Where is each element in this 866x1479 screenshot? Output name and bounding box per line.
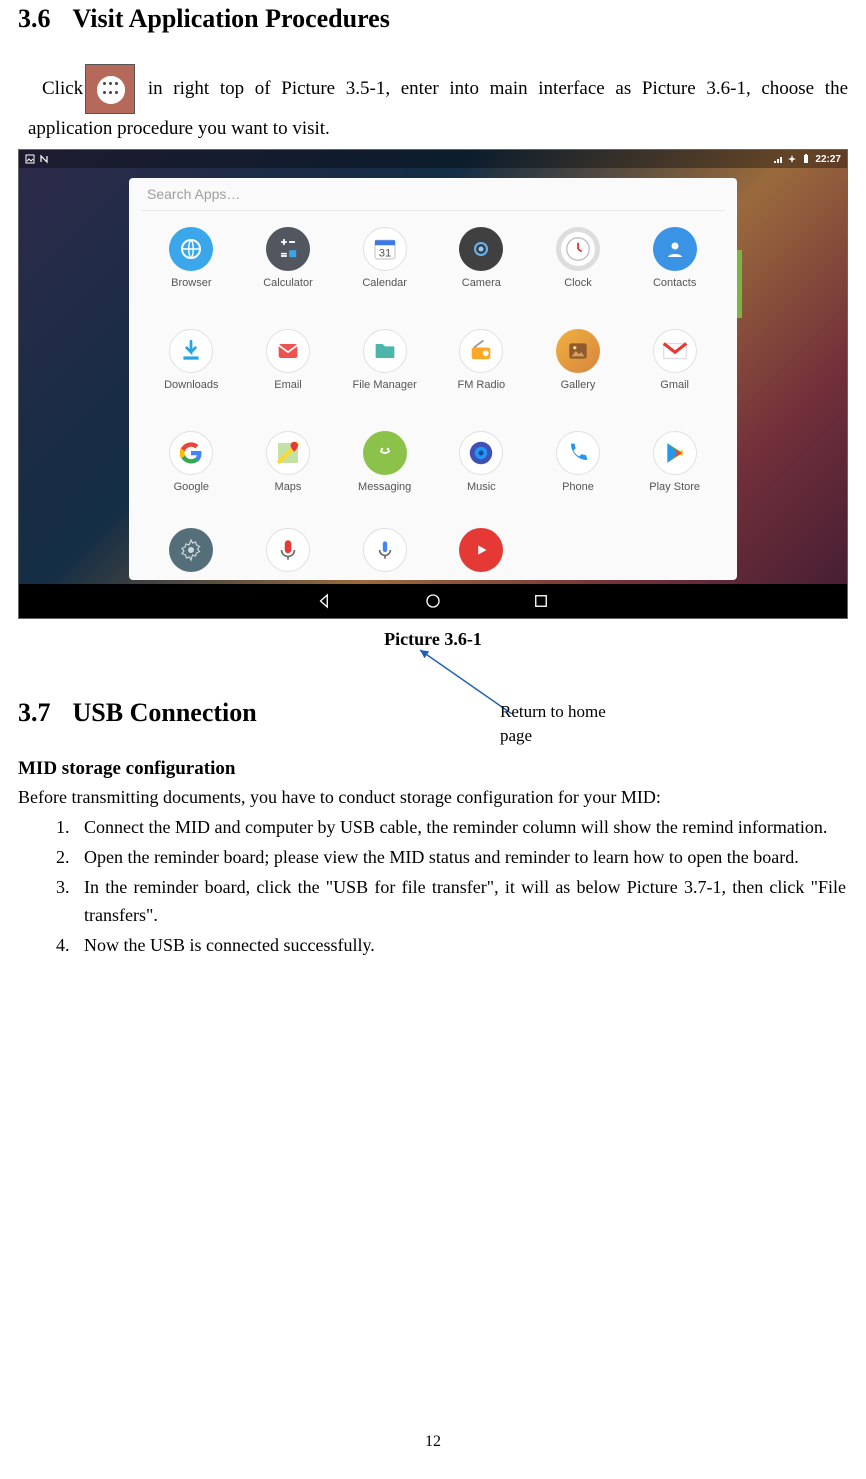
- apps-grid: Browser Calculator 31Calendar Camera Clo…: [129, 215, 737, 526]
- settings-icon: [169, 528, 213, 572]
- app-gallery[interactable]: Gallery: [530, 323, 627, 425]
- youtube-icon: [459, 528, 503, 572]
- app-google[interactable]: Google: [143, 425, 240, 527]
- home-annotation: Return to home page: [500, 700, 630, 748]
- nav-recent-icon[interactable]: [532, 592, 550, 610]
- google-icon: [169, 431, 213, 475]
- subheading-mid-storage: MID storage configuration: [18, 758, 848, 780]
- app-drawer: Search Apps… Browser Calculator 31Calend…: [129, 178, 737, 580]
- section-number: 3.6: [18, 4, 51, 34]
- app-youtube[interactable]: [433, 526, 530, 572]
- calculator-icon: [266, 227, 310, 271]
- status-bar: 22:27: [19, 150, 847, 168]
- app-voice-search[interactable]: [336, 526, 433, 572]
- battery-icon: [801, 154, 811, 164]
- app-gmail[interactable]: Gmail: [626, 323, 723, 425]
- list-item: 1.Connect the MID and computer by USB ca…: [84, 814, 848, 842]
- apps-row-4: [129, 526, 737, 580]
- n-icon: [39, 154, 49, 164]
- email-icon: [266, 329, 310, 373]
- app-settings[interactable]: [143, 526, 240, 572]
- messaging-icon: [363, 431, 407, 475]
- nav-home-icon[interactable]: [424, 592, 442, 610]
- clock-icon: [556, 227, 600, 271]
- file-manager-icon: [363, 329, 407, 373]
- section-3-6-heading: 3.6 Visit Application Procedures: [18, 4, 848, 34]
- app-fm-radio[interactable]: FM Radio: [433, 323, 530, 425]
- gallery-icon: [556, 329, 600, 373]
- page-number: 12: [0, 1433, 866, 1451]
- music-icon: [459, 431, 503, 475]
- maps-icon: [266, 431, 310, 475]
- voice-icon: [363, 528, 407, 572]
- app-maps[interactable]: Maps: [240, 425, 337, 527]
- fm-radio-icon: [459, 329, 503, 373]
- camera-icon: [459, 227, 503, 271]
- section-title: Visit Application Procedures: [73, 4, 390, 33]
- contacts-icon: [653, 227, 697, 271]
- signal-icon: [773, 154, 783, 164]
- numbered-list: 1.Connect the MID and computer by USB ca…: [18, 814, 848, 959]
- navigation-bar: [19, 584, 847, 618]
- status-time: 22:27: [815, 154, 841, 165]
- browser-icon: [169, 227, 213, 271]
- app-drawer-icon: [85, 64, 135, 114]
- section-title: USB Connection: [73, 698, 257, 727]
- section-number: 3.7: [18, 698, 51, 728]
- android-app-drawer-screenshot: 22:27 Search Apps… Browser Calculator 31…: [18, 149, 848, 619]
- app-messaging[interactable]: Messaging: [336, 425, 433, 527]
- recorder-icon: [266, 528, 310, 572]
- nav-back-icon[interactable]: [316, 592, 334, 610]
- downloads-icon: [169, 329, 213, 373]
- image-icon: [25, 154, 35, 164]
- calendar-icon: 31: [363, 227, 407, 271]
- app-calendar[interactable]: 31Calendar: [336, 221, 433, 323]
- app-clock[interactable]: Clock: [530, 221, 627, 323]
- section-3-6-intro: Click in right top of Picture 3.5-1, ent…: [28, 64, 848, 143]
- list-item: 2.Open the reminder board; please view t…: [84, 844, 848, 872]
- list-item: 3.In the reminder board, click the "USB …: [84, 874, 848, 930]
- figure-caption: Picture 3.6-1: [18, 629, 848, 650]
- app-music[interactable]: Music: [433, 425, 530, 527]
- list-item: 4.Now the USB is connected successfully.: [84, 932, 848, 960]
- app-email[interactable]: Email: [240, 323, 337, 425]
- app-file-manager[interactable]: File Manager: [336, 323, 433, 425]
- app-camera[interactable]: Camera: [433, 221, 530, 323]
- app-downloads[interactable]: Downloads: [143, 323, 240, 425]
- app-phone[interactable]: Phone: [530, 425, 627, 527]
- search-apps-input[interactable]: Search Apps…: [147, 186, 240, 202]
- app-browser[interactable]: Browser: [143, 221, 240, 323]
- app-sound-recorder[interactable]: [240, 526, 337, 572]
- app-play-store[interactable]: Play Store: [626, 425, 723, 527]
- airplane-icon: [787, 154, 797, 164]
- phone-icon: [556, 431, 600, 475]
- play-store-icon: [653, 431, 697, 475]
- svg-text:31: 31: [378, 248, 391, 260]
- lead-paragraph: Before transmitting documents, you have …: [18, 784, 848, 812]
- section-3-7-heading: 3.7 USB Connection: [18, 698, 848, 728]
- app-calculator[interactable]: Calculator: [240, 221, 337, 323]
- gmail-icon: [653, 329, 697, 373]
- app-contacts[interactable]: Contacts: [626, 221, 723, 323]
